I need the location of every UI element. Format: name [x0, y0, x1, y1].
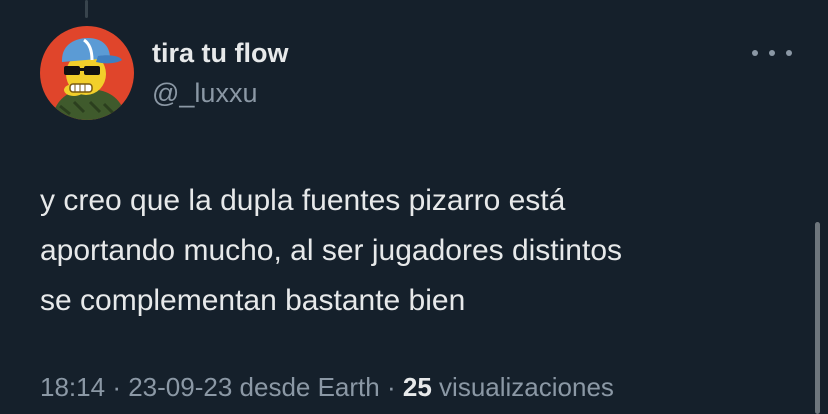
views-count[interactable]: 25: [403, 372, 432, 402]
user-info: tira tu flow @_luxxu: [152, 36, 289, 110]
tweet-metadata: 18:14 · 23-09-23 desde Earth · 25 visual…: [40, 369, 614, 405]
more-dots-icon[interactable]: [752, 40, 792, 66]
thread-connector-line: [85, 0, 88, 18]
avatar-image: [40, 26, 134, 120]
display-name[interactable]: tira tu flow: [152, 36, 289, 70]
tweet-text: y creo que la dupla fuentes pizarro está…: [40, 184, 623, 317]
avatar[interactable]: [40, 26, 134, 120]
views-label: visualizaciones: [439, 372, 614, 402]
separator: ·: [386, 372, 396, 402]
dot: [786, 50, 792, 56]
tweet-source: desde Earth: [239, 372, 380, 402]
tweet-date[interactable]: 23-09-23: [128, 372, 232, 402]
separator: ·: [112, 372, 121, 402]
tweet-time[interactable]: 18:14: [40, 372, 105, 402]
tweet-detail-view: tira tu flow @_luxxu y creo que la dupla…: [0, 0, 828, 414]
user-handle[interactable]: @_luxxu: [152, 76, 289, 110]
scrollbar[interactable]: [815, 222, 820, 414]
dot: [769, 50, 775, 56]
dot: [752, 50, 758, 56]
